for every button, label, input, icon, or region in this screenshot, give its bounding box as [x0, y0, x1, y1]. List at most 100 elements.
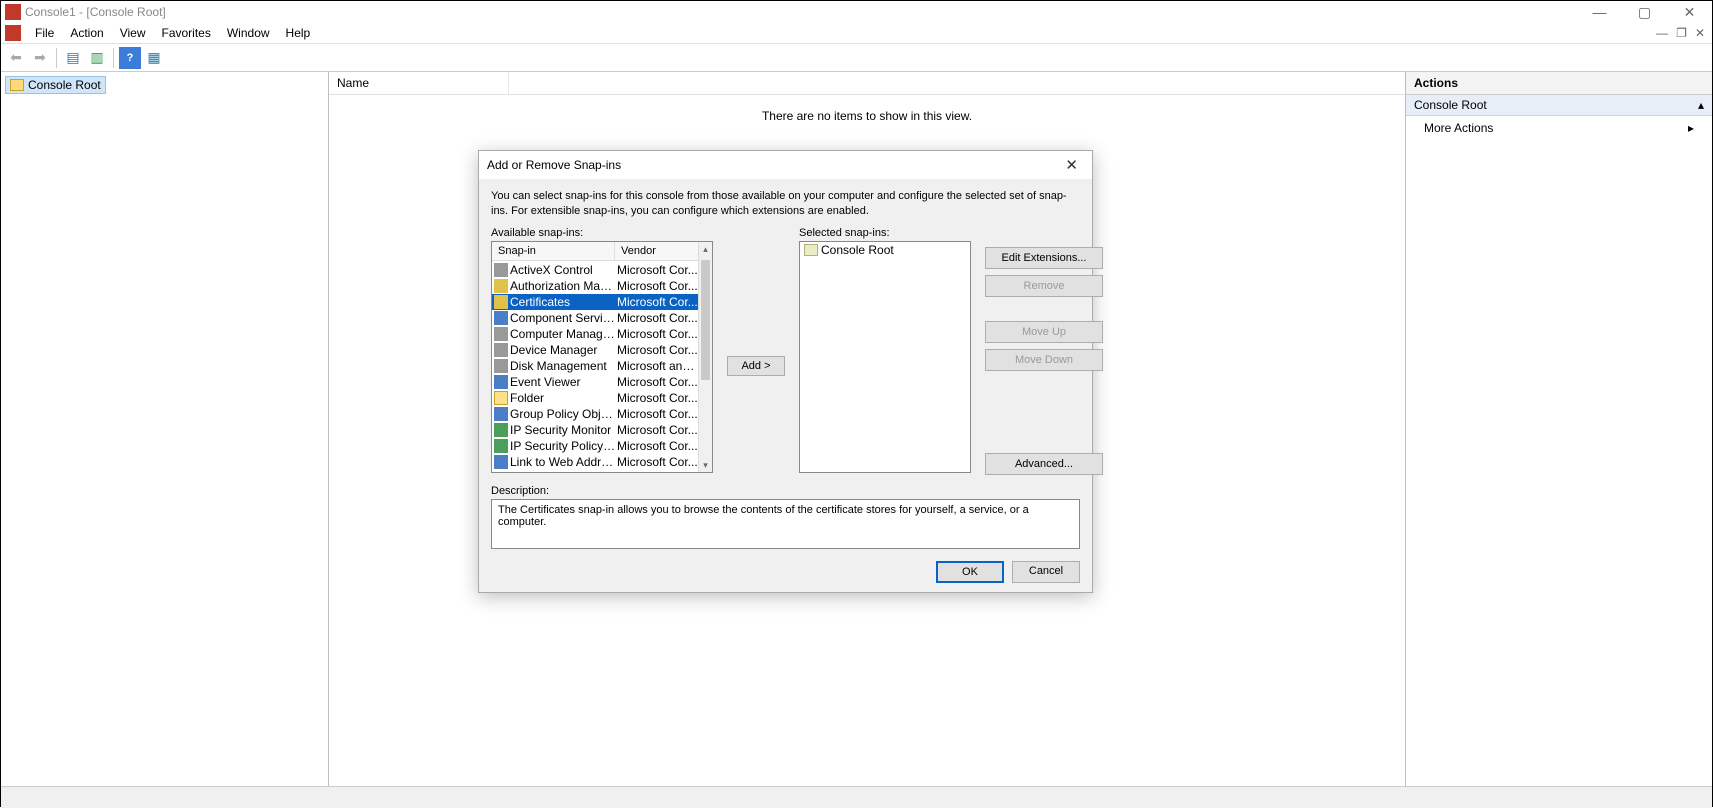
selected-root-item[interactable]: Console Root — [800, 242, 970, 258]
snapin-icon — [494, 295, 508, 309]
available-item[interactable]: FolderMicrosoft Cor... — [492, 390, 698, 406]
description-label: Description: — [491, 485, 1080, 497]
close-button[interactable]: ✕ — [1667, 1, 1712, 23]
col-snapin[interactable]: Snap-in — [492, 242, 615, 260]
snapin-vendor: Microsoft Cor... — [617, 311, 698, 325]
forward-button[interactable]: ➡ — [29, 47, 51, 69]
remove-button[interactable]: Remove — [985, 275, 1103, 297]
tree-pane: Console Root — [1, 72, 329, 786]
folder-icon — [804, 244, 818, 256]
available-item[interactable]: Device ManagerMicrosoft Cor... — [492, 342, 698, 358]
snapin-name: Certificates — [510, 295, 617, 309]
snapin-icon — [494, 311, 508, 325]
available-item[interactable]: IP Security MonitorMicrosoft Cor... — [492, 422, 698, 438]
column-name[interactable]: Name — [329, 72, 509, 94]
snapin-name: IP Security Policy M... — [510, 439, 617, 453]
toolbar-separator — [56, 48, 57, 68]
snapin-vendor: Microsoft Cor... — [617, 391, 698, 405]
toolbar: ⬅ ➡ ▤ ▥ ? ▦ — [1, 44, 1712, 72]
snapin-icon — [494, 407, 508, 421]
scroll-up-icon[interactable]: ▴ — [699, 242, 712, 256]
actions-section[interactable]: Console Root ▴ — [1406, 95, 1712, 116]
snapin-vendor: Microsoft Cor... — [617, 375, 698, 389]
available-item[interactable]: CertificatesMicrosoft Cor... — [492, 294, 698, 310]
snapin-vendor: Microsoft Cor... — [617, 407, 698, 421]
list-header: Name — [329, 72, 1405, 95]
scroll-down-icon[interactable]: ▾ — [699, 458, 712, 472]
mdi-restore[interactable]: ❐ — [1673, 26, 1690, 40]
move-down-button[interactable]: Move Down — [985, 349, 1103, 371]
snapin-name: Folder — [510, 391, 617, 405]
mdi-minimize[interactable]: — — [1653, 26, 1671, 40]
snapin-vendor: Microsoft Cor... — [617, 423, 698, 437]
available-item[interactable]: Disk ManagementMicrosoft and... — [492, 358, 698, 374]
snapin-icon — [494, 263, 508, 277]
available-item[interactable]: Component ServicesMicrosoft Cor... — [492, 310, 698, 326]
cancel-button[interactable]: Cancel — [1012, 561, 1080, 583]
available-header: Snap-in Vendor — [492, 242, 712, 261]
help-button[interactable]: ? — [119, 47, 141, 69]
snapin-vendor: Microsoft Cor... — [617, 279, 698, 293]
menu-file[interactable]: File — [27, 24, 62, 42]
menu-help[interactable]: Help — [278, 24, 319, 42]
toolbar-separator-2 — [113, 48, 114, 68]
back-button[interactable]: ⬅ — [5, 47, 27, 69]
snapin-name: ActiveX Control — [510, 263, 617, 277]
available-item[interactable]: Link to Web AddressMicrosoft Cor... — [492, 454, 698, 470]
menu-view[interactable]: View — [112, 24, 154, 42]
available-snapins-list[interactable]: Snap-in Vendor ActiveX ControlMicrosoft … — [491, 241, 713, 473]
window-controls: — ▢ ✕ — [1577, 1, 1712, 23]
add-remove-snapins-dialog: Add or Remove Snap-ins ✕ You can select … — [478, 150, 1093, 593]
minimize-button[interactable]: — — [1577, 1, 1622, 23]
tree-root-item[interactable]: Console Root — [5, 76, 106, 94]
selected-snapins-list[interactable]: Console Root — [799, 241, 971, 473]
window-title: Console1 - [Console Root] — [25, 5, 1577, 19]
snapin-vendor: Microsoft Cor... — [617, 455, 698, 469]
maximize-button[interactable]: ▢ — [1622, 1, 1667, 23]
available-item[interactable]: IP Security Policy M...Microsoft Cor... — [492, 438, 698, 454]
snapin-icon — [494, 359, 508, 373]
ok-button[interactable]: OK — [936, 561, 1004, 583]
available-item[interactable]: Group Policy Object ...Microsoft Cor... — [492, 406, 698, 422]
menu-window[interactable]: Window — [219, 24, 278, 42]
show-hide-tree-button[interactable]: ▤ — [62, 47, 84, 69]
export-list-button[interactable]: ▥ — [86, 47, 108, 69]
snapin-name: Group Policy Object ... — [510, 407, 617, 421]
dialog-title: Add or Remove Snap-ins — [487, 158, 621, 172]
mmc-icon — [5, 25, 21, 41]
snapin-icon — [494, 343, 508, 357]
edit-extensions-button[interactable]: Edit Extensions... — [985, 247, 1103, 269]
snapin-name: Component Services — [510, 311, 617, 325]
dialog-close-button[interactable]: ✕ — [1059, 156, 1084, 174]
snapin-name: Event Viewer — [510, 375, 617, 389]
collapse-icon: ▴ — [1698, 98, 1704, 112]
selected-root-label: Console Root — [821, 243, 894, 257]
mdi-close[interactable]: ✕ — [1692, 26, 1708, 40]
snapin-vendor: Microsoft Cor... — [617, 343, 698, 357]
folder-icon — [10, 79, 24, 91]
more-actions-label: More Actions — [1424, 121, 1493, 135]
dialog-titlebar: Add or Remove Snap-ins ✕ — [479, 151, 1092, 179]
scroll-thumb[interactable] — [701, 260, 710, 380]
available-item[interactable]: Event ViewerMicrosoft Cor... — [492, 374, 698, 390]
snapin-name: Computer Managem... — [510, 327, 617, 341]
description-box: The Certificates snap-in allows you to b… — [491, 499, 1080, 549]
snapin-icon — [494, 375, 508, 389]
available-item[interactable]: ActiveX ControlMicrosoft Cor... — [492, 262, 698, 278]
available-item[interactable]: Authorization ManagerMicrosoft Cor... — [492, 278, 698, 294]
selected-label: Selected snap-ins: — [799, 227, 971, 239]
actions-heading: Actions — [1406, 72, 1712, 95]
more-actions-link[interactable]: More Actions ▸ — [1406, 116, 1712, 140]
snapin-icon — [494, 279, 508, 293]
available-scrollbar[interactable]: ▴ ▾ — [698, 242, 712, 472]
available-item[interactable]: Computer Managem...Microsoft Cor... — [492, 326, 698, 342]
move-up-button[interactable]: Move Up — [985, 321, 1103, 343]
menu-favorites[interactable]: Favorites — [154, 24, 219, 42]
menu-action[interactable]: Action — [62, 24, 111, 42]
advanced-button[interactable]: Advanced... — [985, 453, 1103, 475]
add-button[interactable]: Add > — [727, 356, 785, 376]
menubar: File Action View Favorites Window Help —… — [1, 23, 1712, 44]
app-icon — [5, 4, 21, 20]
tree-root-label: Console Root — [28, 78, 101, 92]
new-window-button[interactable]: ▦ — [143, 47, 165, 69]
